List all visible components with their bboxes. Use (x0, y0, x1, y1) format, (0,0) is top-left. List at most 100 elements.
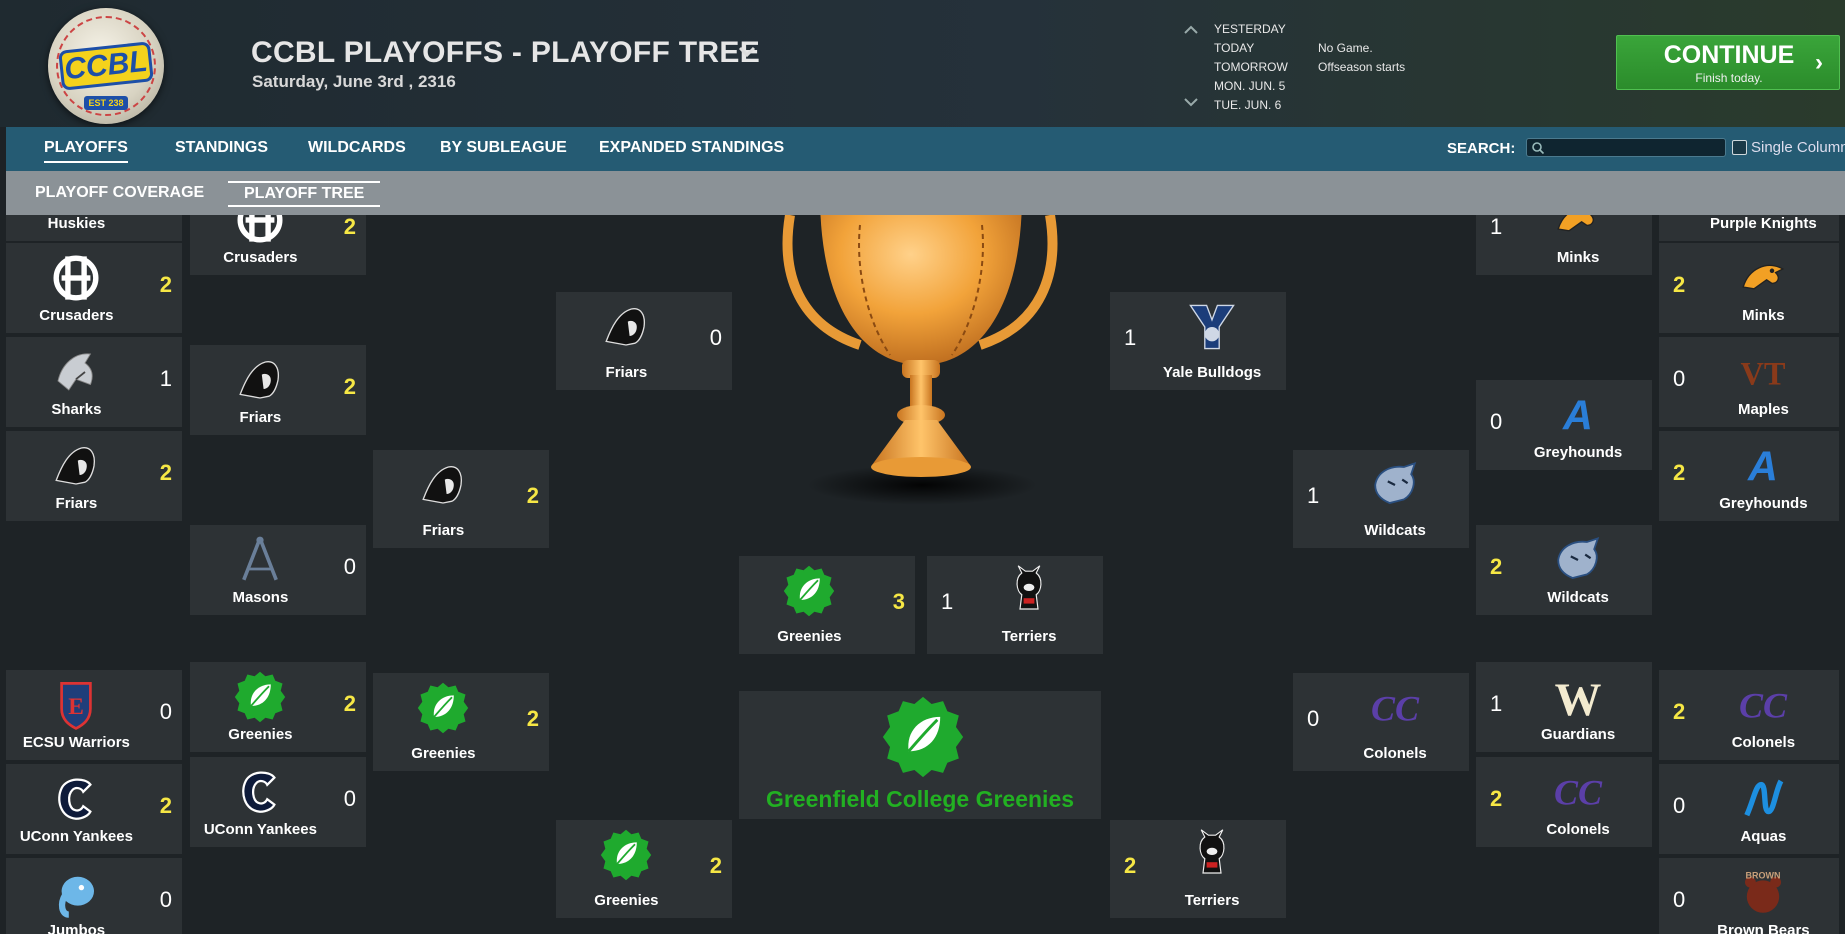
bracket-team-card[interactable]: W Guardians 1 (1476, 662, 1652, 752)
bracket-team-card[interactable]: CC Colonels 0 (1293, 673, 1469, 771)
series-score: 2 (343, 374, 356, 399)
bracket-team-card[interactable]: A Greyhounds 0 (1476, 380, 1652, 470)
svg-text:VT: VT (1741, 357, 1786, 393)
schedule-panel: YESTERDAY TODAY No Game. TOMORROW Offsea… (1183, 20, 1483, 120)
bracket-team-card[interactable]: A Greyhounds 2 (1659, 431, 1839, 521)
schedule-day[interactable]: MON. JUN. 5 (1214, 79, 1285, 93)
bracket-team-card[interactable]: Terriers 1 (927, 556, 1103, 654)
bracket-team-card[interactable]: Minks 2 (1659, 243, 1839, 333)
tab-playoffs[interactable]: PLAYOFFS (44, 139, 128, 163)
search-icon (1532, 142, 1545, 155)
masons-icon (233, 533, 287, 592)
bracket-team-card[interactable]: Huskies (6, 215, 182, 241)
series-score: 1 (1124, 325, 1137, 350)
svg-text:A: A (1562, 392, 1593, 438)
series-score: 2 (526, 483, 539, 508)
bracket-team-card[interactable]: Friars 0 (556, 292, 732, 390)
bracket-team-card[interactable]: Greenies 2 (190, 662, 366, 752)
bracket-team-card[interactable]: Minks 1 (1476, 215, 1652, 275)
series-score: 2 (159, 460, 172, 485)
bracket-team-card[interactable]: UConn Yankees 0 (190, 757, 366, 847)
tab-expanded-standings[interactable]: EXPANDED STANDINGS (599, 139, 784, 157)
wildcats-icon (1551, 533, 1605, 592)
terriers-icon (1185, 828, 1239, 887)
bracket-team-card[interactable]: Greenies 2 (373, 673, 549, 771)
team-name: Wildcats (1547, 589, 1609, 606)
greenies-icon (782, 564, 836, 623)
tab-by-subleague[interactable]: BY SUBLEAGUE (440, 139, 567, 157)
bracket-team-card[interactable]: Greenies 3 (739, 556, 915, 654)
bracket-team-card[interactable]: CC Colonels 2 (1659, 670, 1839, 760)
svg-text:A: A (1747, 443, 1778, 489)
team-name: Greenies (411, 745, 476, 762)
series-score: 1 (1490, 215, 1503, 239)
bracket-team-card[interactable]: Wildcats 1 (1293, 450, 1469, 548)
series-score: 2 (709, 853, 722, 878)
schedule-day[interactable]: YESTERDAY (1214, 22, 1286, 36)
bracket-team-card[interactable]: Purple Knights (1659, 215, 1839, 241)
team-name: Yale Bulldogs (1162, 364, 1262, 381)
continue-button[interactable]: CONTINUE Finish today. › (1616, 35, 1840, 90)
tab-standings[interactable]: STANDINGS (175, 139, 268, 157)
schedule-day[interactable]: TODAY (1214, 41, 1254, 55)
team-name: Guardians (1540, 726, 1616, 743)
single-column-checkbox[interactable] (1732, 140, 1747, 155)
playoff-bracket: Greenfield College Greenies Huskies Crusa… (0, 215, 1845, 934)
schedule-day[interactable]: TUE. JUN. 6 (1214, 98, 1281, 112)
team-name: Friars (55, 495, 98, 512)
bracket-team-card[interactable]: Jumbos 0 (6, 858, 182, 934)
bracket-team-card[interactable]: VT Maples 0 (1659, 337, 1839, 427)
bracket-team-card[interactable]: Sharks 1 (6, 337, 182, 427)
page-title: CCBL PLAYOFFS - PLAYOFF TREE (251, 36, 761, 69)
bracket-team-card[interactable]: Friars 2 (190, 345, 366, 435)
team-name: Purple Knights (1710, 215, 1817, 232)
chevron-up-icon[interactable] (1183, 24, 1199, 36)
team-name: Crusaders (223, 249, 298, 266)
bracket-team-card[interactable]: Aquas 0 (1659, 764, 1839, 854)
friars-icon (599, 300, 653, 359)
schedule-day[interactable]: TOMORROW (1214, 60, 1288, 74)
series-score: 0 (709, 325, 722, 350)
wildcats-icon (1368, 458, 1422, 517)
team-name: UConn Yankees (19, 828, 133, 845)
bracket-team-card[interactable]: Wildcats 2 (1476, 525, 1652, 615)
chevron-down-icon[interactable] (737, 42, 757, 62)
team-name: Maples (1737, 401, 1789, 418)
maples-icon: VT (1736, 345, 1790, 404)
series-score: 2 (1673, 699, 1686, 724)
greyhounds-icon: A (1736, 439, 1790, 498)
champion-card[interactable]: Greenfield College Greenies (739, 691, 1101, 819)
bracket-team-card[interactable]: E ECSU Warriors 0 (6, 670, 182, 760)
bracket-team-card[interactable]: Yale Bulldogs 1 (1110, 292, 1286, 390)
bracket-team-card[interactable]: Friars 2 (373, 450, 549, 548)
main-nav: PLAYOFFS STANDINGS WILDCARDS BY SUBLEAGU… (6, 127, 1845, 171)
tab-playoff-coverage[interactable]: PLAYOFF COVERAGE (35, 184, 204, 202)
terriers-icon (1002, 564, 1056, 623)
chevron-down-icon[interactable] (1183, 96, 1199, 108)
bracket-team-card[interactable]: Crusaders 2 (6, 243, 182, 333)
schedule-value: Offseason starts (1318, 60, 1406, 74)
series-score: 1 (1307, 483, 1320, 508)
bracket-team-card[interactable]: Masons 0 (190, 525, 366, 615)
team-name: Colonels (1546, 821, 1610, 838)
svg-text:CC: CC (1554, 773, 1603, 813)
bracket-team-card[interactable]: CC Colonels 2 (1476, 757, 1652, 847)
bracket-team-card[interactable]: Greenies 2 (556, 820, 732, 918)
uconn-icon (233, 765, 287, 824)
bracket-team-card[interactable]: Crusaders 2 (190, 215, 366, 275)
series-score: 0 (1490, 409, 1503, 434)
search-input[interactable] (1526, 138, 1726, 157)
series-score: 2 (1673, 272, 1686, 297)
bracket-team-card[interactable]: BROWN Brown Bears 0 (1659, 858, 1839, 934)
tab-wildcards[interactable]: WILDCARDS (308, 139, 406, 157)
bracket-team-card[interactable]: Terriers 2 (1110, 820, 1286, 918)
single-column-label: Single Column (1751, 139, 1845, 156)
team-name: Jumbos (47, 922, 106, 934)
tab-playoff-tree[interactable]: PLAYOFF TREE (228, 181, 381, 207)
greenies-icon (599, 828, 653, 887)
bracket-team-card[interactable]: UConn Yankees 2 (6, 764, 182, 854)
team-name: Masons (232, 589, 289, 606)
team-name: Colonels (1731, 734, 1796, 751)
bracket-team-card[interactable]: Friars 2 (6, 431, 182, 521)
series-score: 2 (1490, 786, 1503, 811)
